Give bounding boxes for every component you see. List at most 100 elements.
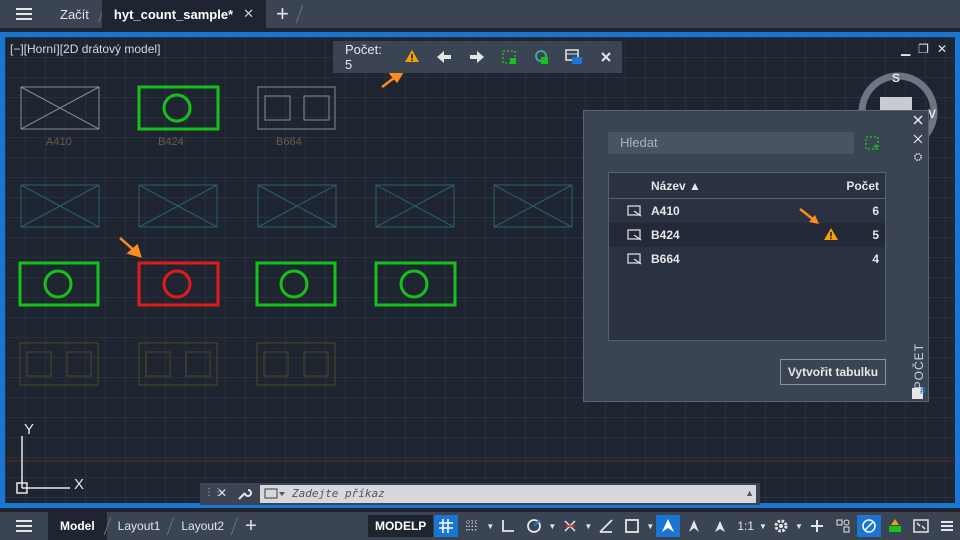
annotation-monitor-toggle[interactable]	[805, 515, 829, 537]
svg-text:+: +	[873, 142, 879, 151]
block-a410-row[interactable]	[20, 184, 573, 228]
block-b424-highlighted[interactable]	[137, 85, 220, 131]
list-item-a410[interactable]: A410 6	[609, 199, 885, 223]
svg-text:#: #	[920, 386, 926, 397]
orange-arrow-icon	[381, 69, 406, 88]
tab-drawing[interactable]: hyt_count_sample* ✕	[101, 0, 267, 28]
viewcube-east-label: V	[928, 107, 936, 121]
block-count-list: Název ▲ Počet A410 6 B424 5 B664 4	[608, 172, 886, 341]
warning-icon[interactable]	[823, 227, 839, 241]
orange-arrow-icon	[119, 237, 142, 258]
app-menu-button[interactable]	[0, 0, 48, 28]
replace-block-button[interactable]	[525, 41, 557, 73]
chevron-down-icon[interactable]: ▼	[758, 515, 768, 537]
wrench-icon[interactable]	[236, 486, 252, 502]
warning-icon[interactable]	[404, 49, 420, 66]
ucs-icon	[16, 436, 70, 494]
zoom-selection-button[interactable]	[493, 41, 525, 73]
chevron-down-icon[interactable]: ▼	[645, 515, 655, 537]
close-count-button[interactable]	[590, 41, 622, 73]
tab-drawing-label: hyt_count_sample*	[113, 6, 234, 22]
command-history-icon[interactable]	[264, 488, 286, 500]
plus-icon	[811, 520, 823, 532]
workspace-button[interactable]	[769, 515, 793, 537]
autoscale-toggle[interactable]	[682, 515, 706, 537]
fullscreen-icon	[913, 519, 929, 533]
ucs-x-label: X	[74, 476, 84, 493]
customize-menu-icon	[941, 521, 953, 531]
tab-layout1[interactable]: Layout1	[108, 512, 171, 540]
units-button[interactable]	[831, 515, 855, 537]
object-snap-toggle[interactable]	[620, 515, 644, 537]
chevron-down-icon[interactable]: ▼	[547, 515, 557, 537]
block-b664-row[interactable]	[19, 342, 336, 386]
create-table-button[interactable]: Vytvořit tabulku	[780, 359, 886, 385]
graphics-performance-button[interactable]	[883, 515, 907, 537]
annotation-scale-icon	[662, 519, 675, 532]
block-b424-row[interactable]	[18, 261, 457, 307]
palette-side-bar: POČET #	[910, 111, 928, 401]
list-item-b424[interactable]: B424 5	[609, 223, 885, 247]
list-item-count: 5	[872, 228, 879, 242]
expand-history-icon[interactable]: ▲	[745, 488, 754, 498]
layout-menu-button[interactable]	[0, 512, 48, 540]
customize-status-button[interactable]	[935, 515, 959, 537]
close-tab-icon[interactable]: ✕	[243, 6, 254, 22]
clean-screen-button[interactable]	[909, 515, 933, 537]
ucs-y-label: Y	[24, 421, 34, 438]
insert-table-button[interactable]	[557, 41, 589, 73]
graphics-performance-icon	[889, 519, 901, 532]
selection-frame-icon: +	[865, 136, 879, 153]
snap-grid-icon	[466, 520, 479, 532]
list-item-count: 6	[872, 204, 879, 218]
properties-gear-icon[interactable]	[913, 152, 923, 162]
close-icon	[601, 52, 611, 62]
previous-arrow-button[interactable]	[428, 41, 460, 73]
column-count-header[interactable]: Počet	[846, 179, 879, 193]
list-item-name: B664	[651, 252, 680, 266]
search-input[interactable]: Hledat	[608, 132, 854, 154]
new-layout-button[interactable]: +	[235, 512, 267, 540]
grid-toggle[interactable]	[434, 515, 459, 537]
list-item-count: 4	[872, 252, 879, 266]
block-b664[interactable]	[257, 86, 336, 130]
status-bar: Model Layout1 Layout2 + MODELP ▼ ▼ ▼ ▼ 1…	[0, 512, 960, 540]
list-item-b664[interactable]: B664 4	[609, 247, 885, 271]
close-command-icon[interactable]: ✕	[217, 486, 227, 500]
file-tab-bar: Začít hyt_count_sample* ✕ +	[0, 0, 960, 28]
autohide-icon[interactable]	[913, 134, 923, 144]
chevron-down-icon[interactable]: ▼	[794, 515, 804, 537]
selection-frame-icon	[502, 50, 517, 64]
block-a410[interactable]	[20, 86, 100, 130]
isolate-objects-toggle[interactable]	[857, 515, 881, 537]
modelp-toggle[interactable]: MODELP	[367, 515, 434, 537]
grid-icon	[439, 519, 454, 533]
tab-model[interactable]: Model	[48, 512, 107, 540]
command-input[interactable]: Zadejte příkaz	[260, 485, 756, 503]
tab-layout2[interactable]: Layout2	[171, 512, 234, 540]
isodraft-toggle[interactable]	[558, 515, 582, 537]
new-tab-button[interactable]: +	[266, 0, 299, 28]
command-line: ⋮⋮ ✕ Zadejte příkaz ▲	[200, 483, 760, 505]
list-item-name: A410	[651, 204, 680, 218]
list-header: Název ▲ Počet	[609, 173, 885, 199]
isodraft-icon	[564, 520, 576, 532]
object-snap-tracking-toggle[interactable]	[594, 515, 618, 537]
block-icon	[627, 205, 642, 217]
annotation-scale-value[interactable]: 1:1	[733, 519, 758, 533]
annotation-visibility-toggle[interactable]	[656, 515, 681, 537]
annotation-toggle[interactable]	[708, 515, 732, 537]
close-palette-icon[interactable]	[913, 115, 923, 125]
count-palette-icon[interactable]: #	[911, 385, 927, 401]
chevron-down-icon[interactable]: ▼	[583, 515, 593, 537]
ortho-toggle[interactable]	[496, 515, 520, 537]
replace-block-icon	[535, 50, 549, 64]
polar-toggle[interactable]	[522, 515, 546, 537]
column-name-label: Název	[651, 178, 686, 193]
tab-start[interactable]: Začít	[48, 0, 101, 28]
select-objects-button[interactable]: +	[864, 135, 882, 156]
next-arrow-button[interactable]	[461, 41, 493, 73]
column-name-header[interactable]: Název ▲	[651, 179, 701, 193]
chevron-down-icon[interactable]: ▼	[485, 515, 495, 537]
snap-toggle[interactable]	[460, 515, 484, 537]
